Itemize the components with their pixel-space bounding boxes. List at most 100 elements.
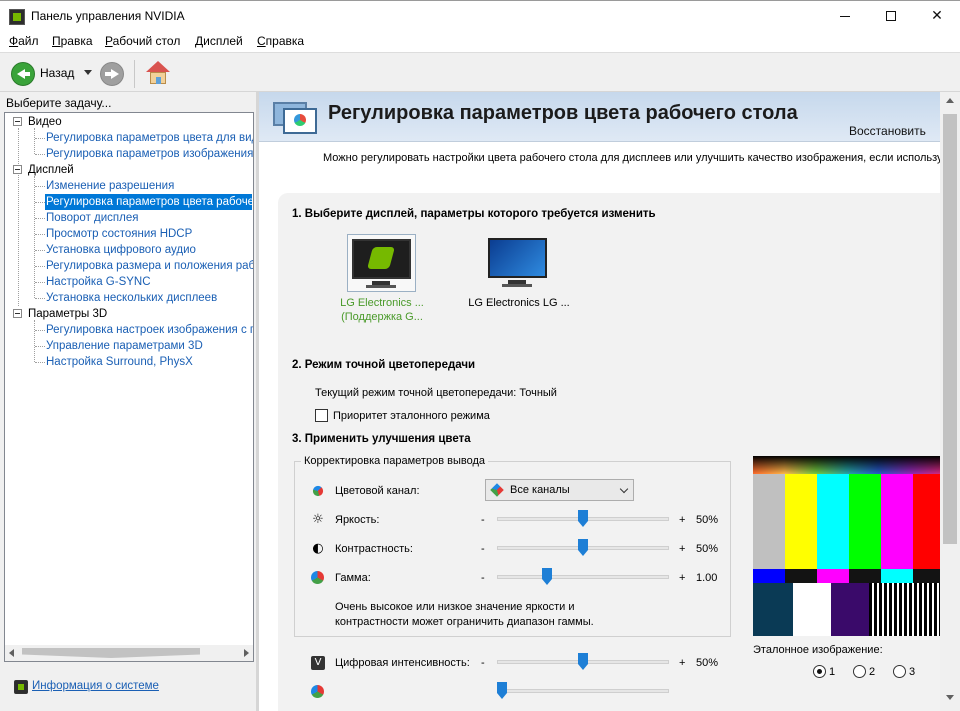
page-title: Регулировка параметров цвета рабочего ст…: [328, 102, 798, 124]
display-tile-1[interactable]: [347, 234, 416, 292]
color-channel-select[interactable]: Все каналы: [485, 479, 634, 501]
maximize-button[interactable]: [868, 1, 914, 31]
gamma-value: 1.00: [696, 572, 718, 584]
menu-desktop[interactable]: Рабочий стол: [105, 34, 180, 48]
page-description: Можно регулировать настройки цвета рабоч…: [323, 152, 943, 164]
reference-image-label: Эталонное изображение:: [753, 644, 883, 656]
menu-display[interactable]: Дисплей: [195, 34, 243, 48]
window-title: Панель управления NVIDIA: [31, 9, 185, 23]
brightness-label: Яркость:: [335, 514, 380, 526]
tree-item-rotate[interactable]: Поворот дисплея: [46, 210, 138, 226]
gamma-note: Очень высокое или низкое значение яркост…: [335, 601, 594, 628]
tree-item-surround-physx[interactable]: Настройка Surround, PhysX: [46, 354, 193, 370]
tree-item-3d-preview[interactable]: Регулировка настроек изображения с пр: [46, 322, 253, 338]
display-1-gsync[interactable]: (Поддержка G...: [337, 311, 427, 323]
contrast-plus: +: [679, 543, 686, 555]
tree-item-gsync[interactable]: Настройка G-SYNC: [46, 274, 151, 290]
display-1-name[interactable]: LG Electronics ...: [337, 297, 427, 309]
home-icon[interactable]: [145, 61, 171, 87]
contrast-label: Контрастность:: [335, 543, 413, 555]
reference-radio-2[interactable]: [853, 665, 866, 678]
output-adjust-title: Корректировка параметров вывода: [301, 455, 488, 467]
contrast-minus: -: [481, 543, 485, 555]
gamma-plus: +: [679, 572, 686, 584]
scroll-left-icon[interactable]: [9, 649, 14, 657]
reference-radio-1[interactable]: [813, 665, 826, 678]
nvidia-app-icon: [9, 9, 25, 25]
brightness-value: 50%: [696, 514, 719, 526]
display-tile-2[interactable]: [484, 234, 553, 292]
system-info-link[interactable]: Информация о системе: [14, 680, 159, 694]
tree-item-video-color[interactable]: Регулировка параметров цвета для вид: [46, 130, 253, 146]
toolbar-separator: [134, 60, 135, 88]
gamma-icon: [311, 571, 325, 585]
test-pattern-image: [753, 456, 941, 636]
gamma-label: Гамма:: [335, 572, 371, 584]
content-panel: Регулировка параметров цвета рабочего ст…: [259, 92, 960, 711]
tree-horizontal-scrollbar[interactable]: [4, 645, 254, 662]
display-2-name[interactable]: LG Electronics LG ...: [464, 297, 574, 309]
tree-item-hdcp[interactable]: Просмотр состояния HDCP: [46, 226, 192, 242]
back-arrow-icon[interactable]: [11, 62, 35, 86]
desktop-color-icon: [273, 100, 321, 136]
gamma-slider[interactable]: [497, 575, 669, 579]
scroll-down-icon[interactable]: [946, 695, 954, 700]
monitor-icon: [488, 238, 547, 278]
digital-intensity-label: Цифровая интенсивность:: [335, 657, 470, 669]
gamma-minus: -: [481, 572, 485, 584]
digital-intensity-value: 50%: [696, 657, 719, 669]
menu-bar: Файл Правка Рабочий стол Дисплей Справка: [0, 31, 960, 51]
hue-slider[interactable]: [497, 689, 669, 693]
digital-minus: -: [481, 657, 485, 669]
toolbar: Назад: [0, 52, 960, 92]
reference-radio-3-label[interactable]: 3: [909, 666, 915, 678]
menu-help[interactable]: Справка: [257, 34, 304, 48]
reference-radio-2-label[interactable]: 2: [869, 666, 875, 678]
current-mode-text: Текущий режим точной цветопередачи: Точн…: [315, 387, 557, 399]
chevron-down-icon: [619, 484, 629, 494]
tree-item-video-image[interactable]: Регулировка параметров изображения д: [46, 146, 253, 162]
contrast-icon: ◐: [312, 541, 324, 556]
scroll-up-icon[interactable]: [946, 98, 954, 103]
reference-priority-checkbox[interactable]: [315, 409, 328, 422]
brightness-icon: ☼: [312, 512, 324, 527]
tree-item-desktop-color[interactable]: Регулировка параметров цвета рабочег: [45, 194, 252, 210]
scroll-thumb[interactable]: [943, 114, 957, 544]
scroll-right-icon[interactable]: [244, 649, 249, 657]
reference-radio-3[interactable]: [893, 665, 906, 678]
back-button-label[interactable]: Назад: [40, 66, 74, 80]
brightness-plus: +: [679, 514, 686, 526]
tree-item-multi-display[interactable]: Установка нескольких дисплеев: [46, 290, 217, 306]
forward-arrow-icon[interactable]: [100, 62, 124, 86]
color-channel-label: Цветовой канал:: [335, 485, 420, 497]
system-info-icon: [14, 680, 28, 694]
tree-item-audio[interactable]: Установка цифрового аудио: [46, 242, 196, 258]
restore-link[interactable]: Восстановить: [849, 124, 926, 138]
task-header: Выберите задачу...: [6, 96, 112, 110]
color-channel-icon: [310, 483, 326, 499]
tree-item-size-position[interactable]: Регулировка размера и положения рабо: [46, 258, 253, 274]
section-color-enhancements: 3. Применить улучшения цвета: [292, 433, 471, 445]
minimize-button[interactable]: [822, 1, 868, 31]
close-button[interactable]: ✕: [914, 1, 960, 31]
section-select-display: 1. Выберите дисплей, параметры которого …: [292, 208, 656, 220]
nvidia-monitor-icon: [352, 239, 411, 279]
task-panel: Выберите задачу... Видео Регулировка пар…: [0, 92, 258, 711]
contrast-value: 50%: [696, 543, 719, 555]
digital-plus: +: [679, 657, 686, 669]
section-color-accuracy: 2. Режим точной цветопередачи: [292, 359, 476, 371]
content-vertical-scrollbar[interactable]: [940, 92, 960, 711]
page-header: Регулировка параметров цвета рабочего ст…: [259, 92, 960, 142]
reference-priority-label[interactable]: Приоритет эталонного режима: [333, 410, 490, 422]
brightness-minus: -: [481, 514, 485, 526]
tree-item-resolution[interactable]: Изменение разрешения: [46, 178, 174, 194]
back-dropdown-icon[interactable]: [84, 70, 92, 75]
scroll-thumb[interactable]: [22, 648, 200, 658]
tree-item-3d-manage[interactable]: Управление параметрами 3D: [46, 338, 203, 354]
menu-edit[interactable]: Правка: [52, 34, 93, 48]
digital-vibrance-icon: V: [311, 656, 325, 670]
hue-icon: [311, 685, 325, 699]
task-tree: Видео Регулировка параметров цвета для в…: [4, 112, 254, 646]
menu-file[interactable]: Файл: [9, 34, 39, 48]
reference-radio-1-label[interactable]: 1: [829, 666, 835, 678]
